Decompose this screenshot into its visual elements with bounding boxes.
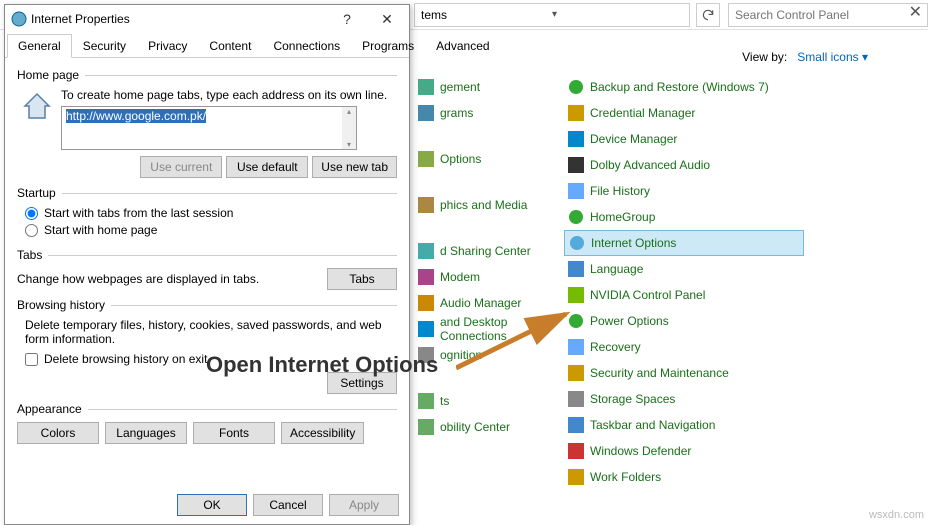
taskbar-nav-item[interactable]: Taskbar and Navigation [564, 412, 804, 438]
refresh-icon [701, 8, 715, 22]
dialog-footer: OK Cancel Apply [5, 486, 409, 524]
view-by-value[interactable]: Small icons ▾ [797, 50, 868, 64]
cancel-button[interactable]: Cancel [253, 494, 323, 516]
accessibility-button[interactable]: Accessibility [281, 422, 364, 444]
tab-programs[interactable]: Programs [351, 34, 425, 58]
device-manager-item[interactable]: Device Manager [564, 126, 804, 152]
homepage-desc: To create home page tabs, type each addr… [17, 88, 397, 102]
column-1: gement grams Options phics and Media d S… [414, 74, 564, 490]
recovery-item[interactable]: Recovery [564, 334, 804, 360]
list-item[interactable]: gement [414, 74, 564, 100]
list-item[interactable]: and Desktop Connections [414, 316, 564, 342]
list-item[interactable]: grams [414, 100, 564, 126]
language-item[interactable]: Language [564, 256, 804, 282]
ok-button[interactable]: OK [177, 494, 247, 516]
globe-icon [11, 11, 27, 27]
tab-security[interactable]: Security [72, 34, 137, 58]
history-desc: Delete temporary files, history, cookies… [25, 318, 397, 346]
history-legend: Browsing history [17, 298, 105, 312]
apply-button: Apply [329, 494, 399, 516]
chevron-down-icon[interactable]: ▾ [552, 9, 683, 20]
use-default-button[interactable]: Use default [226, 156, 308, 178]
watermark: wsxdn.com [869, 509, 924, 521]
list-item[interactable]: Options [414, 146, 564, 172]
startup-group: Startup Start with tabs from the last se… [17, 186, 397, 240]
defender-item[interactable]: Windows Defender [564, 438, 804, 464]
start-last-session-radio[interactable]: Start with tabs from the last session [25, 206, 397, 220]
internet-properties-dialog: Internet Properties ? ✕ General Security… [4, 4, 410, 525]
list-item[interactable]: ts [414, 388, 564, 414]
tab-content[interactable]: Content [198, 34, 262, 58]
scroll-down-icon: ▾ [342, 140, 356, 149]
list-item[interactable]: ognition [414, 342, 564, 368]
homegroup-item[interactable]: HomeGroup [564, 204, 804, 230]
tab-advanced[interactable]: Advanced [425, 34, 500, 58]
dolby-audio-item[interactable]: Dolby Advanced Audio [564, 152, 804, 178]
power-options-item[interactable]: Power Options [564, 308, 804, 334]
view-by-label: View by: [742, 50, 787, 64]
tab-strip: General Security Privacy Content Connect… [5, 33, 409, 58]
dialog-title: Internet Properties [31, 12, 327, 26]
scrollbar[interactable]: ▴▾ [342, 107, 356, 149]
tabs-group: Tabs Change how webpages are displayed i… [17, 248, 397, 290]
help-button[interactable]: ? [327, 6, 367, 32]
close-button[interactable]: ✕ [367, 6, 407, 32]
list-item[interactable]: Modem [414, 264, 564, 290]
titlebar: Internet Properties ? ✕ [5, 5, 409, 33]
work-folders-item[interactable]: Work Folders [564, 464, 804, 490]
history-settings-button[interactable]: Settings [327, 372, 397, 394]
appearance-legend: Appearance [17, 402, 82, 416]
dialog-body: Home page To create home page tabs, type… [5, 58, 409, 486]
tabs-legend: Tabs [17, 248, 42, 262]
homepage-url-value: http://www.google.com.pk/ [66, 109, 206, 123]
tab-connections[interactable]: Connections [262, 34, 351, 58]
start-home-radio[interactable]: Start with home page [25, 223, 397, 237]
homepage-legend: Home page [17, 68, 79, 82]
colors-button[interactable]: Colors [17, 422, 99, 444]
location-text: tems [421, 8, 552, 22]
list-item[interactable]: obility Center [414, 414, 564, 440]
tabs-desc: Change how webpages are displayed in tab… [17, 272, 259, 286]
tab-general[interactable]: General [7, 34, 72, 58]
fonts-button[interactable]: Fonts [193, 422, 275, 444]
appearance-group: Appearance Colors Languages Fonts Access… [17, 402, 397, 444]
location-bar[interactable]: tems ▾ [414, 3, 690, 27]
list-item[interactable]: d Sharing Center [414, 238, 564, 264]
backup-restore-item[interactable]: Backup and Restore (Windows 7) [564, 74, 804, 100]
homepage-url-input[interactable]: http://www.google.com.pk/ ▴▾ [61, 106, 357, 150]
list-item[interactable]: phics and Media [414, 192, 564, 218]
file-history-item[interactable]: File History [564, 178, 804, 204]
storage-spaces-item[interactable]: Storage Spaces [564, 386, 804, 412]
use-new-tab-button[interactable]: Use new tab [312, 156, 397, 178]
close-icon[interactable]: ✕ [909, 2, 922, 22]
search-input[interactable] [728, 3, 928, 27]
history-group: Browsing history Delete temporary files,… [17, 298, 397, 394]
nvidia-item[interactable]: NVIDIA Control Panel [564, 282, 804, 308]
home-icon [21, 90, 53, 122]
languages-button[interactable]: Languages [105, 422, 187, 444]
list-item[interactable]: Audio Manager [414, 290, 564, 316]
security-maintenance-item[interactable]: Security and Maintenance [564, 360, 804, 386]
scroll-up-icon: ▴ [342, 107, 356, 116]
delete-on-exit-checkbox[interactable]: Delete browsing history on exit [25, 352, 397, 366]
tab-privacy[interactable]: Privacy [137, 34, 198, 58]
credential-manager-item[interactable]: Credential Manager [564, 100, 804, 126]
homepage-group: Home page To create home page tabs, type… [17, 68, 397, 178]
tabs-button[interactable]: Tabs [327, 268, 397, 290]
column-2: Backup and Restore (Windows 7) Credentia… [564, 74, 804, 490]
internet-options-item[interactable]: Internet Options [564, 230, 804, 256]
use-current-button: Use current [140, 156, 222, 178]
refresh-button[interactable] [696, 3, 720, 27]
startup-legend: Startup [17, 186, 56, 200]
